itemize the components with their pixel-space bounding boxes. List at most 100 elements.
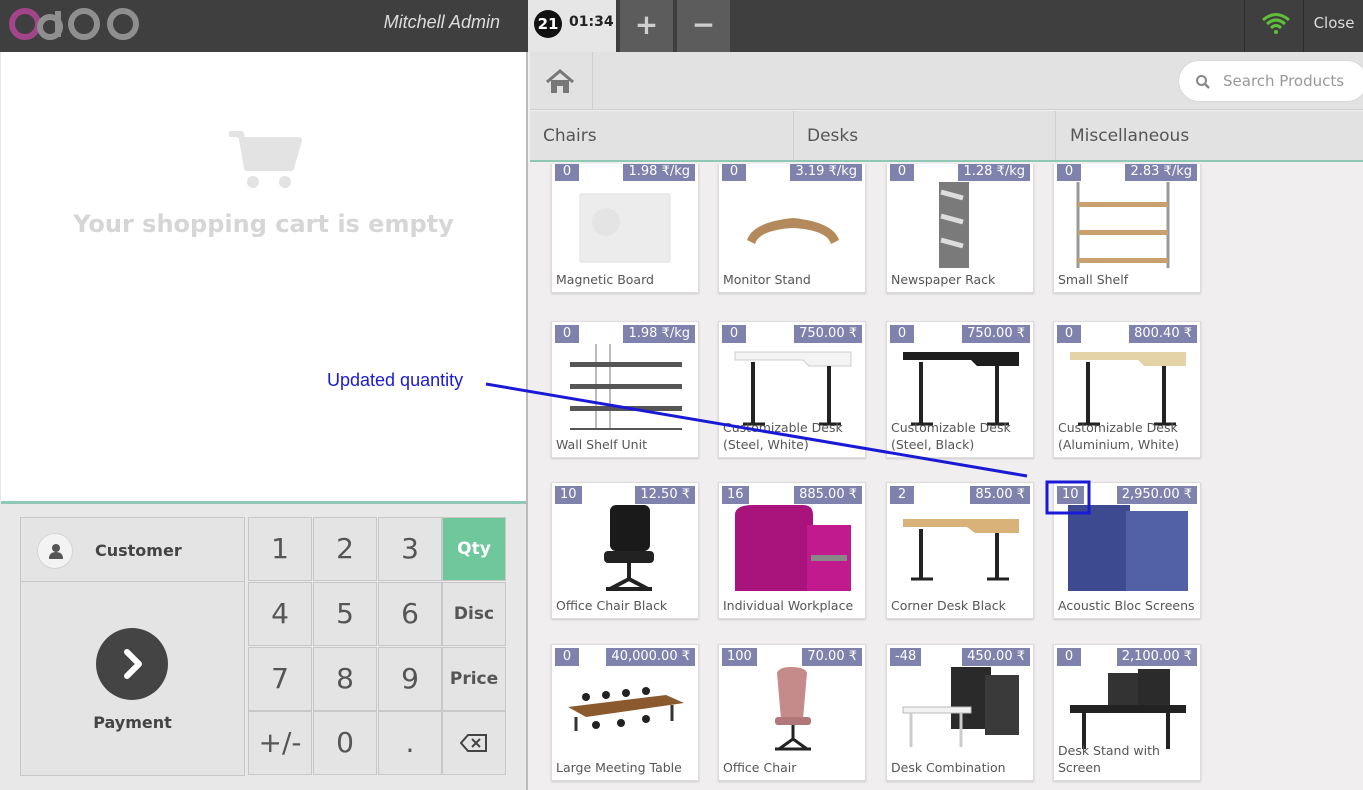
product-qty-tag: 0	[722, 325, 746, 343]
product-name: Wall Shelf Unit	[556, 437, 647, 452]
product-card[interactable]: 0 40,000.00 ₹ Large Meeting Table	[551, 644, 699, 781]
product-qty-tag: 0	[555, 325, 579, 343]
product-name: Corner Desk Black	[891, 598, 1006, 613]
numpad-key-5[interactable]: 5	[313, 582, 377, 646]
numpad-key-2[interactable]: 2	[313, 517, 377, 581]
category-bar: Chairs Desks Miscellaneous	[530, 111, 1363, 162]
new-order-button[interactable]: +	[620, 0, 673, 52]
actionpad: Customer Payment	[20, 517, 245, 776]
numpad-key-6[interactable]: 6	[378, 582, 442, 646]
product-name: Desk Combination	[891, 760, 1006, 775]
product-name: Acoustic Bloc Screens	[1058, 598, 1195, 613]
product-card[interactable]: 16 885.00 ₹ Individual Workplace	[718, 482, 866, 619]
qty-mode-button[interactable]: Qty	[442, 517, 506, 581]
price-mode-button[interactable]: Price	[442, 647, 506, 711]
customer-button[interactable]: Customer	[21, 518, 244, 582]
product-qty-tag: 0	[1057, 648, 1081, 666]
breadcrumb-bar	[530, 52, 1363, 110]
product-card[interactable]: -48 450.00 ₹ Desk Combination	[886, 644, 1034, 781]
cashier-name[interactable]: Mitchell Admin	[300, 12, 500, 33]
search-input[interactable]	[1223, 71, 1363, 91]
product-name: Desk Stand with Screen	[1058, 743, 1160, 775]
search-icon	[1196, 75, 1210, 89]
product-name: Newspaper Rack	[891, 272, 996, 287]
annotation-label: Updated quantity	[327, 370, 464, 390]
product-card[interactable]: 0 800.40 ₹ Customizable Desk (Aluminium,…	[1053, 321, 1201, 458]
product-list: 0 1.98 ₹/kg Magnetic Board 0 3.19 ₹/kg M…	[530, 164, 1363, 790]
product-card[interactable]: 10 2,950.00 ₹ Acoustic Bloc Screens	[1053, 482, 1201, 619]
payment-label: Payment	[93, 713, 172, 732]
category-miscellaneous[interactable]: Miscellaneous	[1057, 111, 1363, 160]
product-qty-tag: 10	[555, 486, 582, 504]
close-button[interactable]: Close	[1305, 0, 1363, 52]
product-qty-tag: 0	[890, 164, 914, 181]
product-price-tag: 40,000.00 ₹	[606, 648, 695, 666]
product-price-tag: 750.00 ₹	[962, 325, 1030, 343]
category-chairs[interactable]: Chairs	[530, 111, 794, 160]
numpad-key-8[interactable]: 8	[313, 647, 377, 711]
product-card[interactable]: 100 70.00 ₹ Office Chair	[718, 644, 866, 781]
top-bar: Mitchell Admin 21 01:34 + − Close	[0, 0, 1363, 52]
payment-circle	[96, 628, 168, 700]
product-card[interactable]: 0 3.19 ₹/kg Monitor Stand	[718, 164, 866, 293]
decimal-point-button[interactable]: .	[378, 711, 442, 775]
delete-order-button[interactable]: −	[677, 0, 730, 52]
connection-status[interactable]	[1244, 0, 1304, 52]
product-qty-tag: 0	[555, 648, 579, 666]
wall-shelf-unit-image	[570, 344, 682, 430]
wifi-icon	[1262, 13, 1290, 34]
user-icon	[49, 544, 63, 559]
product-card[interactable]: 0 1.98 ₹/kg Magnetic Board	[551, 164, 699, 293]
numpad-key-1[interactable]: 1	[248, 517, 312, 581]
payment-button[interactable]: Payment	[21, 583, 244, 775]
product-qty-tag: 0	[722, 164, 746, 181]
product-card[interactable]: 10 12.50 ₹ Office Chair Black	[551, 482, 699, 619]
shopping-cart-icon	[229, 131, 302, 188]
small-shelf-image	[1076, 182, 1170, 268]
product-qty-tag: -48	[890, 648, 922, 666]
desk-aluminium-image	[1070, 352, 1186, 426]
product-qty-tag: 16	[722, 486, 749, 504]
numpad-key-3[interactable]: 3	[378, 517, 442, 581]
product-card[interactable]: 0 1.98 ₹/kg Wall Shelf Unit	[551, 321, 699, 458]
plus-minus-button[interactable]: +/-	[248, 711, 312, 775]
product-qty-tag: 0	[890, 325, 914, 343]
product-name: Individual Workplace	[723, 598, 854, 613]
order-tab[interactable]: 21 01:34	[528, 0, 616, 52]
home-icon	[546, 69, 574, 93]
product-card[interactable]: 0 750.00 ₹ Customizable Desk (Steel, Bla…	[886, 321, 1034, 458]
numpad-key-7[interactable]: 7	[248, 647, 312, 711]
numpad-key-0[interactable]: 0	[313, 711, 377, 775]
numpad-key-9[interactable]: 9	[378, 647, 442, 711]
product-price-tag: 1.98 ₹/kg	[623, 164, 695, 181]
product-card[interactable]: 0 2,100.00 ₹ Desk Stand with Screen	[1053, 644, 1201, 781]
product-name: Magnetic Board	[556, 272, 654, 287]
product-price-tag: 450.00 ₹	[962, 648, 1030, 666]
office-chair-black-image	[604, 505, 654, 591]
home-category-button[interactable]	[530, 52, 593, 110]
product-price-tag: 70.00 ₹	[802, 648, 862, 666]
desk-black-image	[903, 352, 1019, 426]
product-card[interactable]: 0 750.00 ₹ Customizable Desk (Steel, Whi…	[718, 321, 866, 458]
product-card[interactable]: 2 85.00 ₹ Corner Desk Black	[886, 482, 1034, 619]
desk-white-image	[734, 351, 852, 426]
individual-workplace-image	[735, 505, 851, 591]
discount-mode-button[interactable]: Disc	[442, 582, 506, 646]
product-price-tag: 1.98 ₹/kg	[623, 325, 695, 343]
desk-stand-screen-image	[1070, 669, 1186, 749]
product-price-tag: 2,100.00 ₹	[1116, 648, 1197, 666]
product-name: Office Chair Black	[556, 598, 668, 613]
empty-cart-message: Your shopping cart is empty	[73, 210, 454, 238]
product-card[interactable]: 0 2.83 ₹/kg Small Shelf	[1053, 164, 1201, 293]
category-desks[interactable]: Desks	[794, 111, 1056, 160]
left-pane: Your shopping cart is empty Customer Pay…	[0, 52, 528, 790]
product-qty-tag: 10	[1057, 486, 1084, 504]
product-name: Office Chair	[723, 760, 797, 775]
product-price-tag: 3.19 ₹/kg	[790, 164, 862, 181]
numpad-key-4[interactable]: 4	[248, 582, 312, 646]
product-name: Customizable Desk (Steel, White)	[723, 420, 843, 452]
product-card[interactable]: 0 1.28 ₹/kg Newspaper Rack	[886, 164, 1034, 293]
office-chair-image	[775, 667, 811, 751]
product-name: Small Shelf	[1058, 272, 1129, 287]
backspace-button[interactable]	[442, 711, 506, 775]
